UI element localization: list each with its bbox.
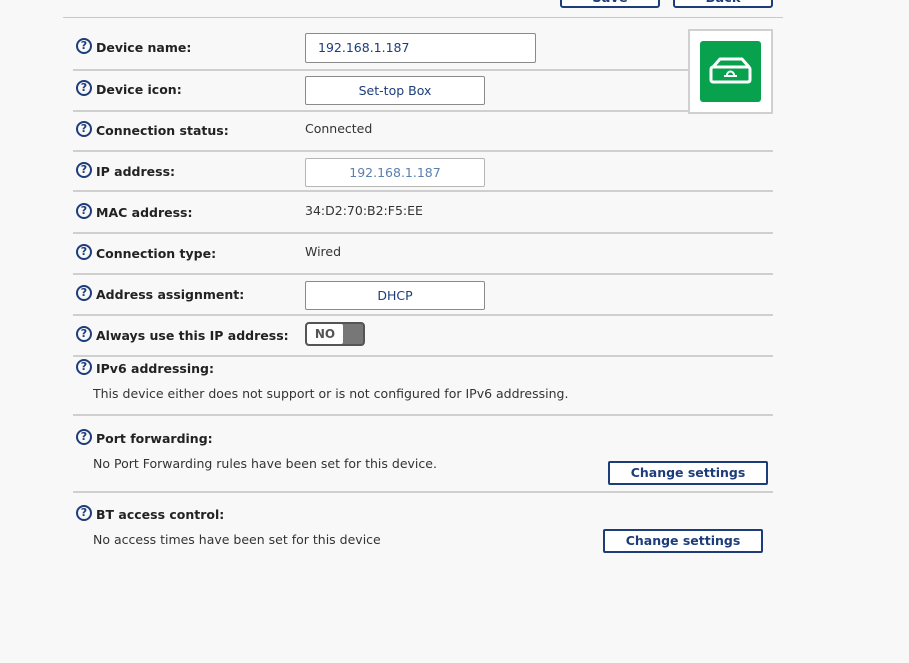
device-icon-preview [688, 29, 773, 114]
connection-type-value: Wired [305, 244, 342, 259]
row-divider [73, 414, 773, 416]
device-icon-select-button[interactable]: Set-top Box [305, 76, 485, 105]
help-icon[interactable]: ? [76, 285, 92, 301]
connection-type-label: Connection type: [96, 246, 217, 261]
help-icon[interactable]: ? [76, 80, 92, 96]
help-icon[interactable]: ? [76, 244, 92, 260]
mac-address-value: 34:D2:70:B2:F5:EE [305, 203, 423, 218]
access-control-label: BT access control: [96, 507, 225, 522]
port-forwarding-change-settings-button[interactable]: Change settings [608, 461, 768, 485]
row-divider [73, 314, 773, 316]
row-divider [73, 273, 773, 275]
device-name-input[interactable]: 192.168.1.187 [305, 33, 536, 63]
help-icon[interactable]: ? [76, 326, 92, 342]
ip-address-label: IP address: [96, 164, 176, 179]
help-icon[interactable]: ? [76, 203, 92, 219]
access-control-change-settings-button[interactable]: Change settings [603, 529, 763, 553]
port-forwarding-description: No Port Forwarding rules have been set f… [93, 456, 437, 471]
device-name-label: Device name: [96, 40, 192, 55]
help-icon[interactable]: ? [76, 162, 92, 178]
address-assignment-label: Address assignment: [96, 287, 245, 302]
connection-status-value: Connected [305, 121, 373, 136]
save-button[interactable]: Save [560, 0, 660, 8]
help-icon[interactable]: ? [76, 38, 92, 54]
set-top-box-icon [700, 41, 761, 102]
row-divider [73, 491, 773, 493]
device-icon-label: Device icon: [96, 82, 182, 97]
row-divider [73, 69, 688, 71]
connection-status-label: Connection status: [96, 123, 229, 138]
row-divider [73, 232, 773, 234]
port-forwarding-label: Port forwarding: [96, 431, 213, 446]
ip-address-field: 192.168.1.187 [305, 158, 485, 187]
row-divider [73, 150, 773, 152]
always-use-ip-label: Always use this IP address: [96, 328, 289, 343]
toggle-state-text: NO [307, 324, 343, 344]
row-divider [73, 190, 773, 192]
row-divider [73, 110, 688, 112]
help-icon[interactable]: ? [76, 429, 92, 445]
address-assignment-button[interactable]: DHCP [305, 281, 485, 310]
back-button[interactable]: Back [673, 0, 773, 8]
always-use-ip-toggle[interactable]: NO [305, 322, 365, 346]
ipv6-description: This device either does not support or i… [93, 386, 569, 401]
help-icon[interactable]: ? [76, 505, 92, 521]
mac-address-label: MAC address: [96, 205, 193, 220]
help-icon[interactable]: ? [76, 359, 92, 375]
header-divider [63, 17, 783, 18]
help-icon[interactable]: ? [76, 121, 92, 137]
row-divider [73, 355, 773, 357]
access-control-description: No access times have been set for this d… [93, 532, 381, 547]
ipv6-label: IPv6 addressing: [96, 361, 214, 376]
